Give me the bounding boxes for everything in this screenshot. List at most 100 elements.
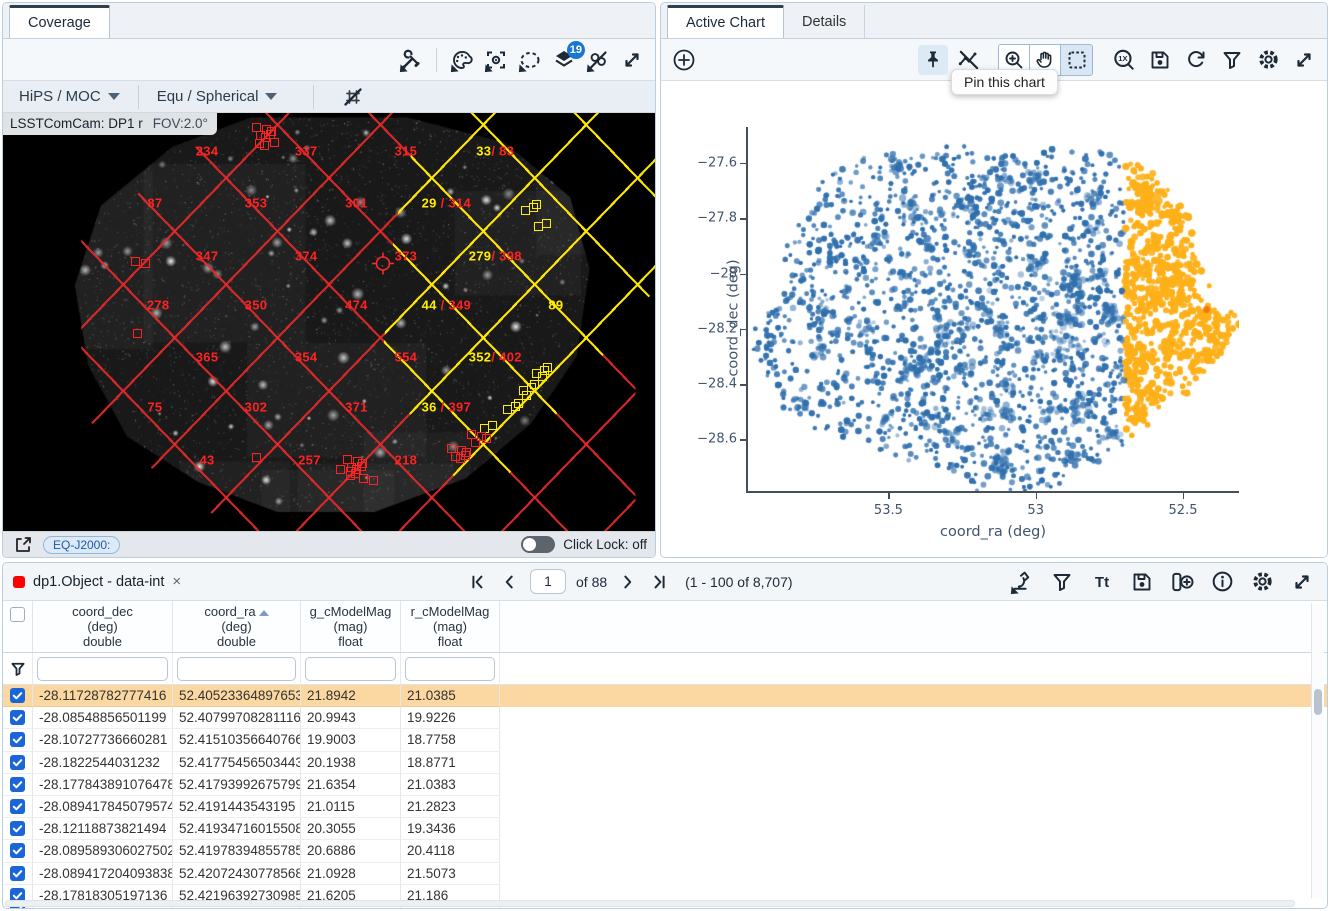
detection-square: [532, 200, 541, 209]
text-view-icon[interactable]: Tt: [1087, 567, 1117, 597]
add-chart-icon[interactable]: [669, 45, 699, 75]
detection-square: [260, 141, 269, 150]
filter-chart-icon[interactable]: [1217, 45, 1247, 75]
filter-row-icon: [9, 660, 27, 678]
chevron-down-icon: [108, 93, 120, 100]
tab-coverage[interactable]: Coverage: [9, 5, 110, 38]
detection-square: [252, 453, 261, 462]
fov-label: FOV:2.0°: [153, 116, 208, 131]
zoom-original-icon[interactable]: 1X: [1109, 45, 1139, 75]
click-lock-toggle[interactable]: [521, 536, 555, 553]
table-settings-gear-icon[interactable]: [1247, 567, 1277, 597]
add-column-icon[interactable]: [1167, 567, 1197, 597]
detection-square: [471, 438, 480, 447]
coord-readout: EQ-J2000:: [43, 536, 120, 554]
projection-dropdown[interactable]: Equ / Spherical: [151, 88, 284, 105]
select-all-checkbox[interactable]: [10, 607, 25, 622]
analyze-dropdown-icon[interactable]: [1007, 567, 1037, 597]
row-checkbox[interactable]: [10, 821, 25, 836]
save-chart-icon[interactable]: [1145, 45, 1175, 75]
table-row[interactable]: -28.1172878277741652.4052336489765321.89…: [3, 685, 1327, 707]
table-save-icon[interactable]: [1127, 567, 1157, 597]
tab-active-chart-label: Active Chart: [686, 15, 765, 31]
hips-moc-label: HiPS / MOC: [19, 88, 101, 105]
chart-settings-gear-icon[interactable]: [1253, 45, 1283, 75]
recenter-icon[interactable]: [481, 45, 511, 75]
filter-input-g_cModelMag[interactable]: [305, 657, 396, 681]
detection-square: [131, 257, 140, 266]
chart-panel: Active Chart Details: [660, 2, 1328, 558]
hips-moc-dropdown[interactable]: HiPS / MOC: [13, 88, 126, 105]
row-checkbox[interactable]: [10, 755, 25, 770]
column-header-g_cModelMag[interactable]: g_cModelMag(mag)float: [301, 601, 401, 652]
table-filter-icon[interactable]: [1047, 567, 1077, 597]
row-checkbox[interactable]: [10, 732, 25, 747]
table-row[interactable]: -28.1211887382149452.4193471601550820.30…: [3, 818, 1327, 840]
detection-square: [141, 259, 150, 268]
table-row[interactable]: -28.08941720409383852.4207243077856821.0…: [3, 863, 1327, 885]
row-checkbox[interactable]: [10, 688, 25, 703]
chart-plot-area[interactable]: 53.55352.5 −27.6−27.8−28−28.2−28.4−28.6 …: [747, 127, 1239, 492]
tools-icon[interactable]: [396, 45, 426, 75]
unselect-off-icon[interactable]: [583, 45, 613, 75]
row-range-label: (1 - 100 of 8,707): [685, 574, 792, 590]
grid-off-icon[interactable]: [338, 82, 368, 112]
row-checkbox[interactable]: [10, 777, 25, 792]
filter-input-coord_dec[interactable]: [37, 657, 168, 681]
table-color-swatch[interactable]: [13, 576, 25, 588]
pin-chart-icon[interactable]: [918, 45, 948, 75]
box-select-icon[interactable]: [1061, 45, 1092, 75]
table-vscrollbar[interactable]: [1311, 603, 1324, 898]
detection-square: [133, 329, 142, 338]
table-row[interactable]: -28.17784389107647852.41793992675799521.…: [3, 774, 1327, 796]
detection-square: [542, 219, 551, 228]
table-row[interactable]: -28.08941784507957452.419144354319521.01…: [3, 796, 1327, 818]
first-page-icon[interactable]: [466, 567, 488, 597]
detection-square: [359, 474, 368, 483]
table-row[interactable]: -28.1072773666028152.4151035664076619.90…: [3, 729, 1327, 751]
row-checkbox[interactable]: [10, 799, 25, 814]
table-row[interactable]: [3, 907, 1327, 909]
column-header-coord_ra[interactable]: coord_ra(deg)double: [173, 601, 301, 652]
expand-panel-icon[interactable]: [617, 45, 647, 75]
tab-active-chart[interactable]: Active Chart: [667, 5, 784, 38]
table-header-row: coord_dec(deg)doublecoord_ra(deg)doubleg…: [3, 601, 1327, 653]
restore-chart-icon[interactable]: [1181, 45, 1211, 75]
row-checkbox[interactable]: [10, 843, 25, 858]
svg-text:Tt: Tt: [1095, 574, 1109, 591]
page-input[interactable]: [530, 569, 566, 594]
table-hscrollbar[interactable]: [5, 900, 1295, 907]
table-close-icon[interactable]: ×: [172, 573, 181, 590]
table-title: dp1.Object - data-int: [33, 574, 164, 590]
table-filter-row: [3, 653, 1327, 685]
table-row[interactable]: -28.0854885650119952.40799708281116420.9…: [3, 707, 1327, 729]
row-checkbox[interactable]: [10, 907, 25, 909]
tab-details[interactable]: Details: [784, 5, 865, 38]
sky-view[interactable]: 23433731533/ 838735330129 / 314347374373…: [3, 113, 655, 533]
page-of-label: of 88: [576, 574, 607, 590]
chart-tabbar: Active Chart Details: [661, 3, 1327, 39]
next-page-icon[interactable]: [617, 567, 639, 597]
color-palette-icon[interactable]: [447, 45, 477, 75]
detection-square: [482, 434, 491, 443]
last-page-icon[interactable]: [649, 567, 671, 597]
prev-page-icon[interactable]: [498, 567, 520, 597]
ellipse-region-icon[interactable]: [515, 45, 545, 75]
filter-input-coord_ra[interactable]: [177, 657, 296, 681]
chevron-down-icon: [265, 93, 277, 100]
column-header-coord_dec[interactable]: coord_dec(deg)double: [33, 601, 173, 652]
table-row[interactable]: -28.08958930602750252.4197839485578520.6…: [3, 840, 1327, 862]
filter-input-r_cModelMag[interactable]: [405, 657, 495, 681]
coverage-tabbar: Coverage: [3, 3, 655, 39]
table-info-icon[interactable]: [1207, 567, 1237, 597]
table-row[interactable]: -28.182254403123252.41775456503443620.19…: [3, 752, 1327, 774]
column-header-r_cModelMag[interactable]: r_cModelMag(mag)float: [401, 601, 500, 652]
layers-icon[interactable]: 19: [549, 45, 579, 75]
row-checkbox[interactable]: [10, 710, 25, 725]
image-title: LSSTComCam: DP1 r: [10, 116, 143, 131]
row-checkbox[interactable]: [10, 866, 25, 881]
detection-square: [530, 380, 539, 389]
open-in-new-icon[interactable]: [11, 534, 35, 556]
chart-expand-icon[interactable]: [1289, 45, 1319, 75]
table-expand-icon[interactable]: [1287, 567, 1317, 597]
